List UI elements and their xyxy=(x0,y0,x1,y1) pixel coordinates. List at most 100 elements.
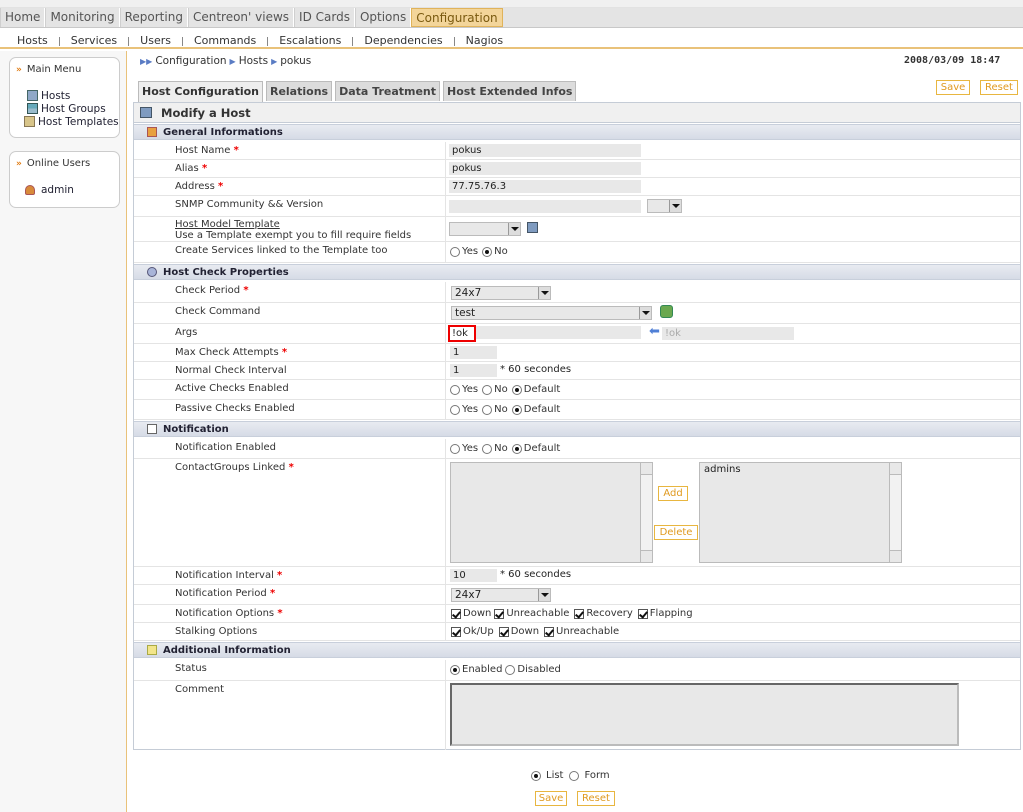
address-input[interactable]: 77.75.76.3 xyxy=(449,180,641,193)
notif-interval-label: Notification Interval * xyxy=(175,570,283,581)
check-period-select[interactable]: 24x7 xyxy=(451,286,551,300)
breadcrumb-configuration[interactable]: Configuration xyxy=(155,55,226,67)
checkbox-down-label: Down xyxy=(510,626,540,637)
reset-button-bottom[interactable]: Reset xyxy=(577,791,615,806)
radio-yes[interactable] xyxy=(450,443,460,454)
normal-interval-input[interactable]: 1 xyxy=(450,364,497,377)
row-contactgroups: ContactGroups Linked * Add Delete admins xyxy=(134,459,1020,567)
subnav-escalations[interactable]: Escalations xyxy=(268,33,352,47)
alias-input[interactable]: pokus xyxy=(449,162,641,175)
chevron-down-icon xyxy=(538,589,550,601)
chevron-down-icon xyxy=(508,223,520,235)
nav-tab-monitoring[interactable]: Monitoring xyxy=(45,8,120,27)
contactgroups-linked-list[interactable]: admins xyxy=(699,462,902,563)
save-button-top[interactable]: Save xyxy=(936,80,970,95)
normal-interval-unit: * 60 secondes xyxy=(500,364,572,375)
save-button-bottom[interactable]: Save xyxy=(535,791,567,806)
subnav-services[interactable]: Services xyxy=(60,33,128,47)
breadcrumb-pokus[interactable]: pokus xyxy=(280,55,311,67)
subnav-dependencies[interactable]: Dependencies xyxy=(353,33,453,47)
radio-default[interactable] xyxy=(511,384,522,395)
args-input[interactable]: !ok xyxy=(448,325,476,342)
linked-group-item[interactable]: admins xyxy=(704,464,741,475)
host-template-icon[interactable] xyxy=(527,222,538,233)
scroll-up-icon[interactable] xyxy=(641,463,652,475)
stalking-label: Stalking Options xyxy=(175,626,258,637)
checkbox-down[interactable] xyxy=(498,626,509,637)
current-date: 2008/03/09 18:47 xyxy=(904,55,1001,66)
breadcrumb-hosts[interactable]: Hosts xyxy=(239,55,268,67)
host-model-select[interactable] xyxy=(449,222,521,236)
nav-tab-configuration[interactable]: Configuration xyxy=(411,8,503,27)
radio-yes[interactable] xyxy=(450,246,460,257)
scroll-up-icon[interactable] xyxy=(890,463,901,475)
tab-relations[interactable]: Relations xyxy=(265,81,333,101)
online-user-admin[interactable]: admin xyxy=(10,183,119,196)
arrow-left-icon[interactable]: ⬅ xyxy=(649,325,660,338)
tab-data-treatment[interactable]: Data Treatment xyxy=(335,81,441,101)
row-divider xyxy=(445,303,446,323)
radio-yes[interactable] xyxy=(450,404,460,415)
redirect-radio: List Form xyxy=(531,770,610,781)
radio-enabled[interactable] xyxy=(450,664,460,675)
checkbox-flapping[interactable] xyxy=(637,608,648,619)
scrollbar[interactable] xyxy=(889,463,901,562)
checkbox-recovery[interactable] xyxy=(574,608,585,619)
nav-tab-centreon-views[interactable]: Centreon' views xyxy=(187,8,295,27)
reset-button-top[interactable]: Reset xyxy=(980,80,1018,95)
checkbox-ok-up-label: Ok/Up xyxy=(463,626,494,637)
snmp-community-input[interactable] xyxy=(449,200,641,213)
row-divider xyxy=(445,681,446,750)
radio-default[interactable] xyxy=(511,404,522,415)
tab-host-configuration[interactable]: Host Configuration xyxy=(138,81,263,102)
add-button[interactable]: Add xyxy=(658,486,688,501)
row-create-services: Create Services linked to the Template t… xyxy=(134,242,1020,263)
radio-no[interactable] xyxy=(482,404,493,415)
comment-textarea[interactable] xyxy=(450,683,959,746)
radio-no[interactable] xyxy=(482,443,493,454)
snmp-version-select[interactable] xyxy=(647,199,682,213)
notif-period-select[interactable]: 24x7 xyxy=(451,588,551,602)
host-icon xyxy=(140,107,152,118)
nav-tab-id-cards[interactable]: ID Cards xyxy=(294,8,355,27)
contactgroups-available-list[interactable] xyxy=(450,462,653,563)
scroll-down-icon[interactable] xyxy=(890,550,901,562)
menu-item-host-groups[interactable]: Host Groups xyxy=(10,102,119,115)
normal-interval-label: Normal Check Interval xyxy=(175,365,287,376)
online-users-panel: » Online Users admin xyxy=(9,151,120,208)
nav-tab-home[interactable]: Home xyxy=(0,8,46,27)
stalking-checkboxes: Ok/Up Down Unreachable xyxy=(451,626,619,637)
host-name-input[interactable]: pokus xyxy=(449,144,641,157)
tab-host-extended-infos[interactable]: Host Extended Infos xyxy=(443,81,577,101)
host-model-link[interactable]: Host Model Template xyxy=(175,219,280,230)
row-check-period: Check Period * 24x7 xyxy=(134,282,1020,303)
checkbox-down[interactable] xyxy=(451,608,461,619)
nav-tab-options[interactable]: Options xyxy=(354,8,412,27)
checkbox-unreachable[interactable] xyxy=(494,608,505,619)
command-edit-icon[interactable] xyxy=(660,305,673,318)
subnav-commands[interactable]: Commands xyxy=(183,33,267,47)
check-command-select[interactable]: test xyxy=(451,306,652,320)
subnav-hosts[interactable]: Hosts xyxy=(6,33,59,47)
notif-interval-input[interactable]: 10 xyxy=(450,569,497,582)
checkbox-ok-up[interactable] xyxy=(451,626,461,637)
chevron-down-icon xyxy=(639,307,651,319)
radio-no[interactable] xyxy=(482,246,493,257)
max-attempts-input[interactable]: 1 xyxy=(450,346,497,359)
radio-no[interactable] xyxy=(482,384,493,395)
breadcrumb: ▶▶ Configuration ▶ Hosts ▶ pokus xyxy=(137,55,311,67)
subnav-users[interactable]: Users xyxy=(129,33,182,47)
subnav-nagios[interactable]: Nagios xyxy=(455,33,514,47)
nav-tab-reporting[interactable]: Reporting xyxy=(119,8,188,27)
scroll-down-icon[interactable] xyxy=(641,550,652,562)
radio-list[interactable] xyxy=(531,770,541,781)
menu-item-host-templates[interactable]: Host Templates xyxy=(10,115,119,128)
checkbox-unreachable[interactable] xyxy=(544,626,555,637)
radio-default[interactable] xyxy=(511,443,522,454)
menu-item-hosts[interactable]: Hosts xyxy=(10,89,119,102)
radio-yes[interactable] xyxy=(450,384,460,395)
radio-form[interactable] xyxy=(569,770,580,781)
scrollbar[interactable] xyxy=(640,463,652,562)
radio-disabled[interactable] xyxy=(505,664,516,675)
delete-button[interactable]: Delete xyxy=(654,525,698,540)
